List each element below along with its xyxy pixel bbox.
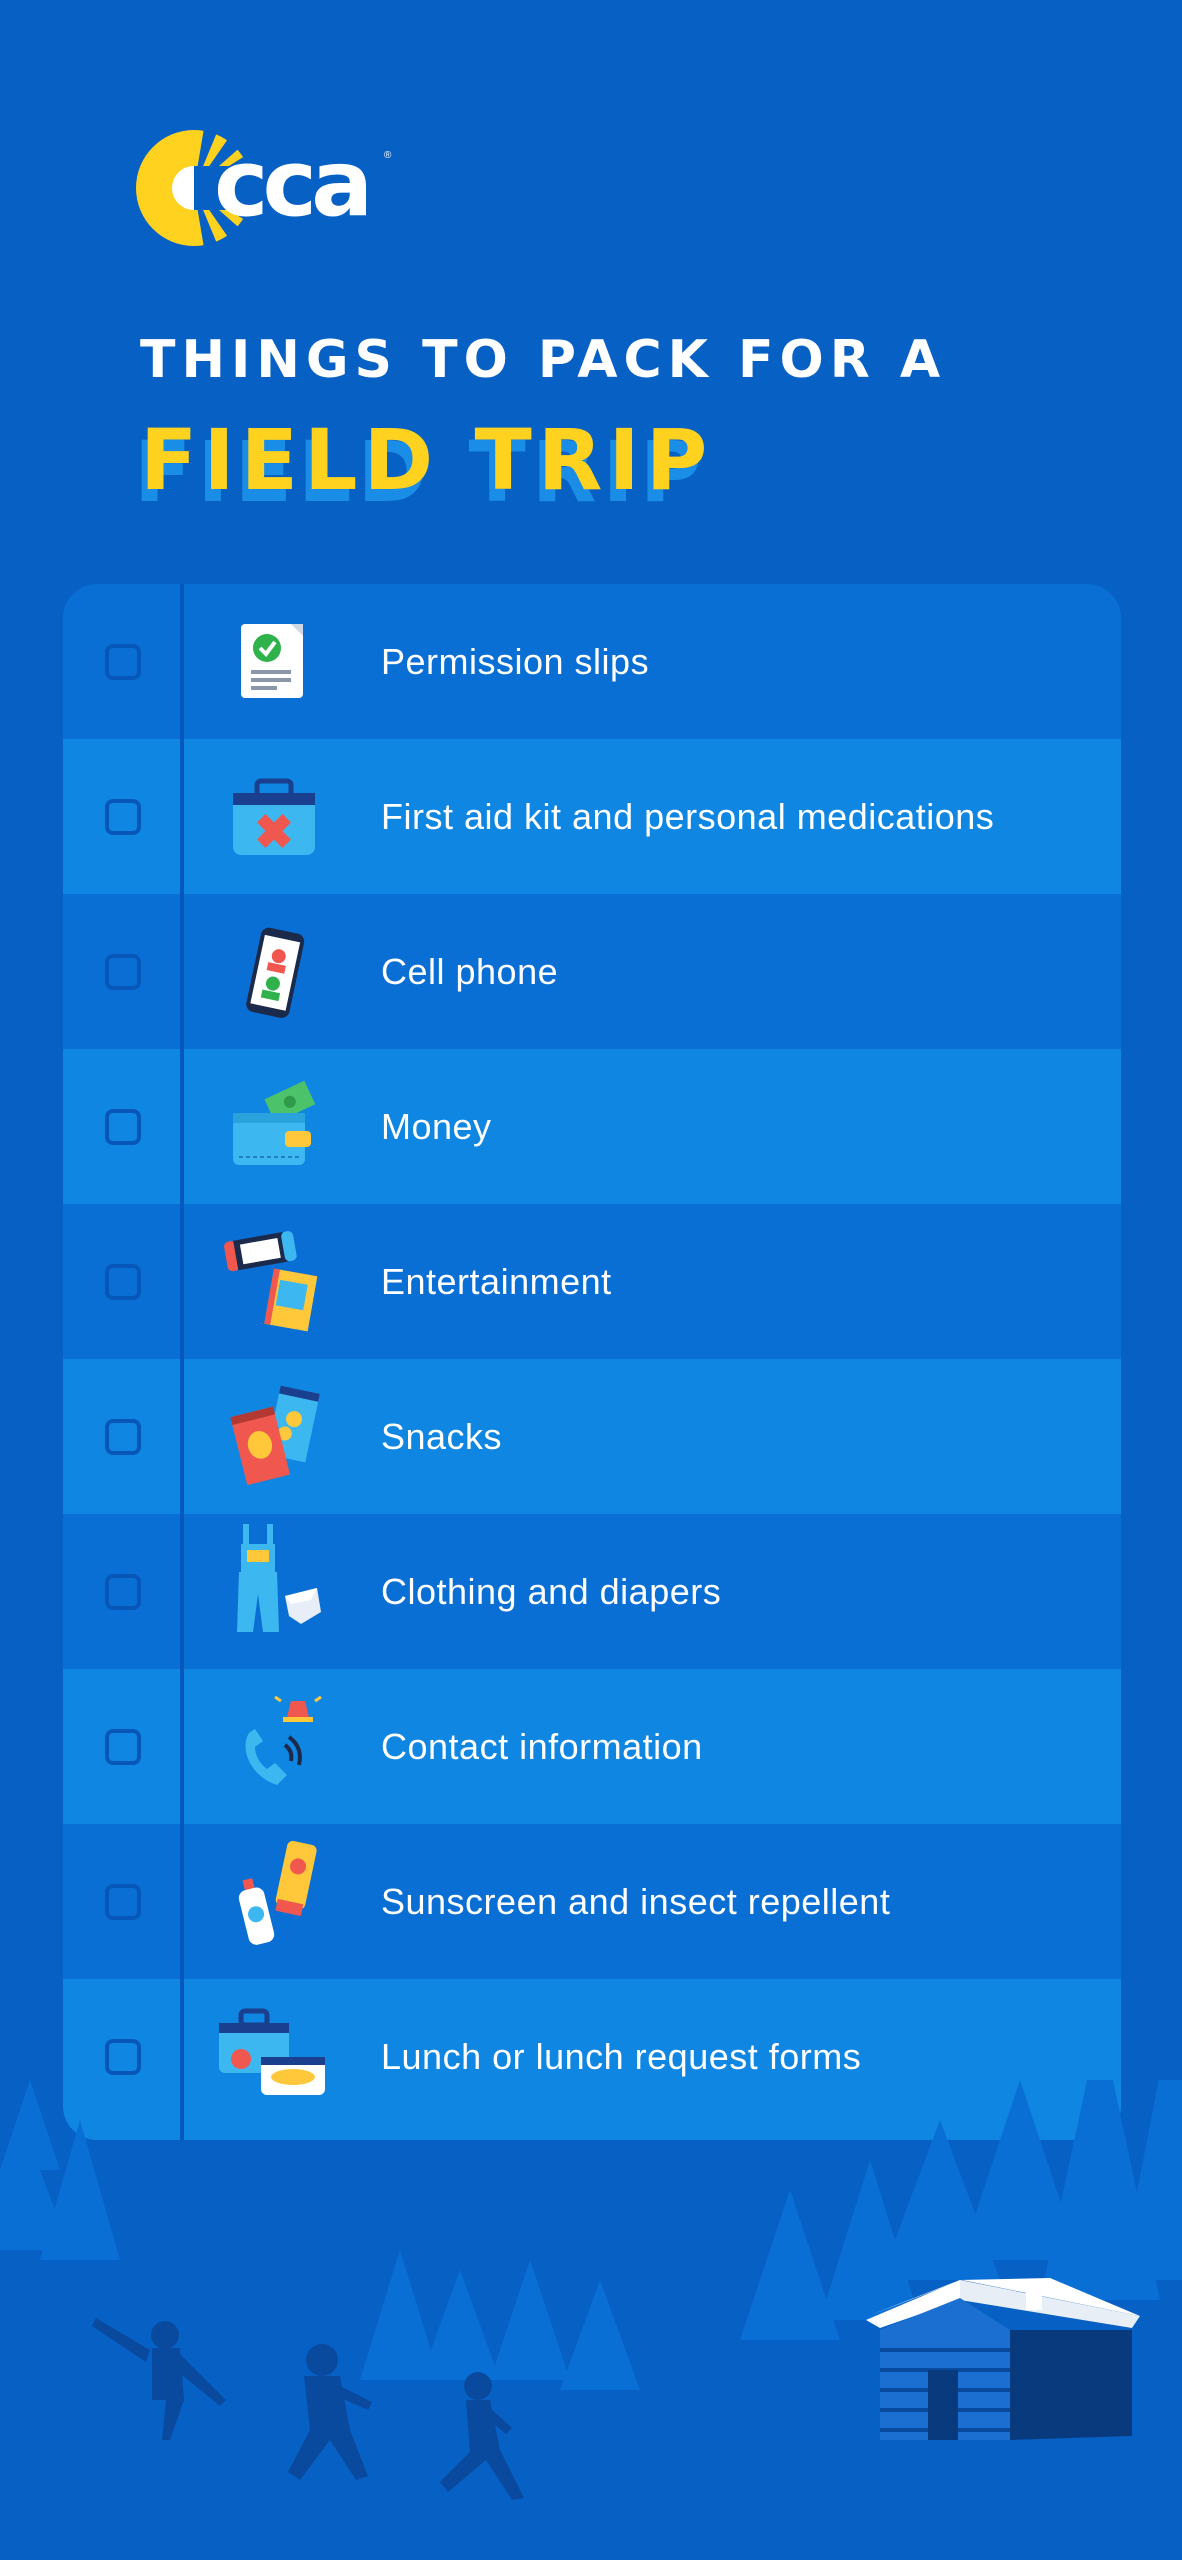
item-checkbox[interactable] xyxy=(105,799,141,835)
forest-scenery xyxy=(0,2080,1182,2560)
overalls-diaper-icon xyxy=(237,1524,321,1632)
wallet-money-icon xyxy=(233,1080,316,1165)
item-checkbox[interactable] xyxy=(105,1109,141,1145)
item-label: Cell phone xyxy=(381,951,559,992)
item-checkbox[interactable] xyxy=(105,1574,141,1610)
item-label: Snacks xyxy=(381,1416,503,1457)
item-checkbox[interactable] xyxy=(105,644,141,680)
cell-phone-icon xyxy=(246,927,305,1018)
checklist-item[interactable]: Clothing and diapers xyxy=(63,1514,1121,1669)
item-checkbox[interactable] xyxy=(105,2039,141,2075)
checklist-item[interactable]: Sunscreen and insect repellent xyxy=(63,1824,1121,1979)
item-checkbox[interactable] xyxy=(105,954,141,990)
page-subtitle: THINGS TO PACK FOR A xyxy=(140,330,947,390)
packing-checklist: Permission slips First aid kit and perso… xyxy=(63,584,1121,2140)
checklist-item[interactable]: Contact information xyxy=(63,1669,1121,1824)
item-label: First aid kit and personal medications xyxy=(381,796,995,837)
logo-wordmark: cca xyxy=(214,130,373,237)
item-label: Contact information xyxy=(381,1726,703,1767)
page-title-text: FIELD TRIP xyxy=(140,411,714,509)
item-label: Entertainment xyxy=(381,1261,612,1302)
checklist-item[interactable]: Money xyxy=(63,1049,1121,1204)
item-checkbox[interactable] xyxy=(105,1419,141,1455)
item-checkbox[interactable] xyxy=(105,1264,141,1300)
first-aid-kit-icon xyxy=(233,778,315,855)
item-checkbox[interactable] xyxy=(105,1884,141,1920)
item-checkbox[interactable] xyxy=(105,1729,141,1765)
item-label: Sunscreen and insect repellent xyxy=(381,1881,891,1922)
infographic: cca ® THINGS TO PACK FOR A FIELD TRIP FI… xyxy=(0,0,1182,2560)
item-label: Money xyxy=(381,1106,492,1147)
checklist-item[interactable]: Permission slips xyxy=(63,584,1121,739)
cca-logo: cca ® xyxy=(134,128,404,248)
phone-alarm-icon xyxy=(245,1695,322,1785)
item-label: Permission slips xyxy=(381,641,650,682)
margin-divider xyxy=(180,584,184,2140)
sunscreen-bottles-icon xyxy=(238,1840,317,1945)
checklist-item[interactable]: First aid kit and personal medications xyxy=(63,739,1121,894)
item-label: Clothing and diapers xyxy=(381,1571,722,1612)
checklist-item[interactable]: Cell phone xyxy=(63,894,1121,1049)
permission-slip-icon xyxy=(241,624,303,698)
checklist-item[interactable]: Snacks xyxy=(63,1359,1121,1514)
checklist-item[interactable]: Entertainment xyxy=(63,1204,1121,1359)
registered-mark: ® xyxy=(384,150,392,161)
game-console-book-icon xyxy=(224,1231,318,1332)
snack-bags-icon xyxy=(230,1385,320,1486)
